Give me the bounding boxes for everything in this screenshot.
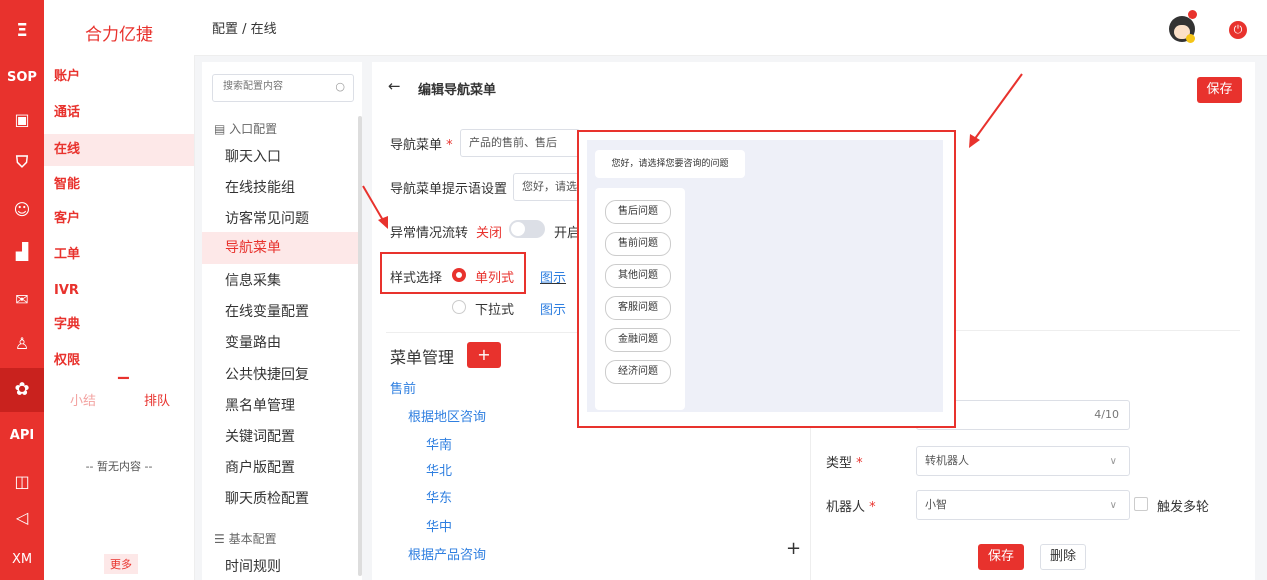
annotation-arrows xyxy=(362,73,1023,229)
arrow-right-head xyxy=(969,134,980,148)
arrow-right xyxy=(973,73,1023,141)
arrow-left xyxy=(362,185,385,223)
arrow-left-head xyxy=(378,216,388,229)
